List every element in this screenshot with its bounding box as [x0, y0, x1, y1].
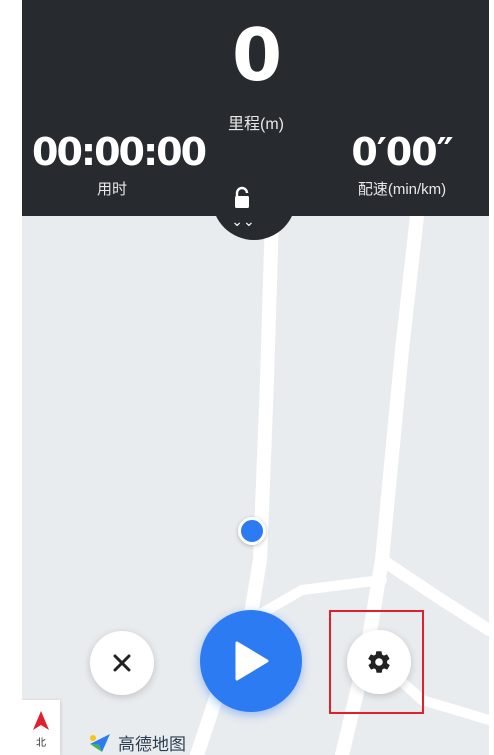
start-run-button[interactable]	[200, 610, 302, 712]
compass-label: 北	[36, 738, 46, 749]
map-logo-text: 高德地图	[118, 735, 186, 754]
time-label: 用时	[96, 181, 127, 198]
map-provider-logo: 高德地图	[88, 730, 186, 755]
stats-panel: 0 里程(m) 00:00:00 用时 0′00″ 配速(min/km)	[22, 0, 489, 216]
play-icon	[235, 641, 269, 681]
settings-highlight-box	[329, 610, 424, 714]
close-button[interactable]	[90, 631, 154, 695]
close-icon	[113, 654, 131, 672]
expand-chevron-icon[interactable]: ⌄⌄	[228, 214, 258, 228]
amap-logo-icon	[90, 733, 110, 752]
time-value: 00:00:00	[32, 130, 207, 174]
pace-label: 配速(min/km)	[357, 181, 447, 198]
lock-icon[interactable]	[232, 186, 252, 210]
pace-value: 0′00″	[351, 130, 453, 174]
compass[interactable]: 北	[22, 700, 60, 755]
current-location-marker	[238, 517, 266, 545]
distance-label: 里程(m)	[228, 116, 284, 133]
distance-value: 0	[231, 13, 282, 97]
running-screen: 0 里程(m) 00:00:00 用时 0′00″ 配速(min/km) ⌄⌄ …	[22, 0, 489, 755]
